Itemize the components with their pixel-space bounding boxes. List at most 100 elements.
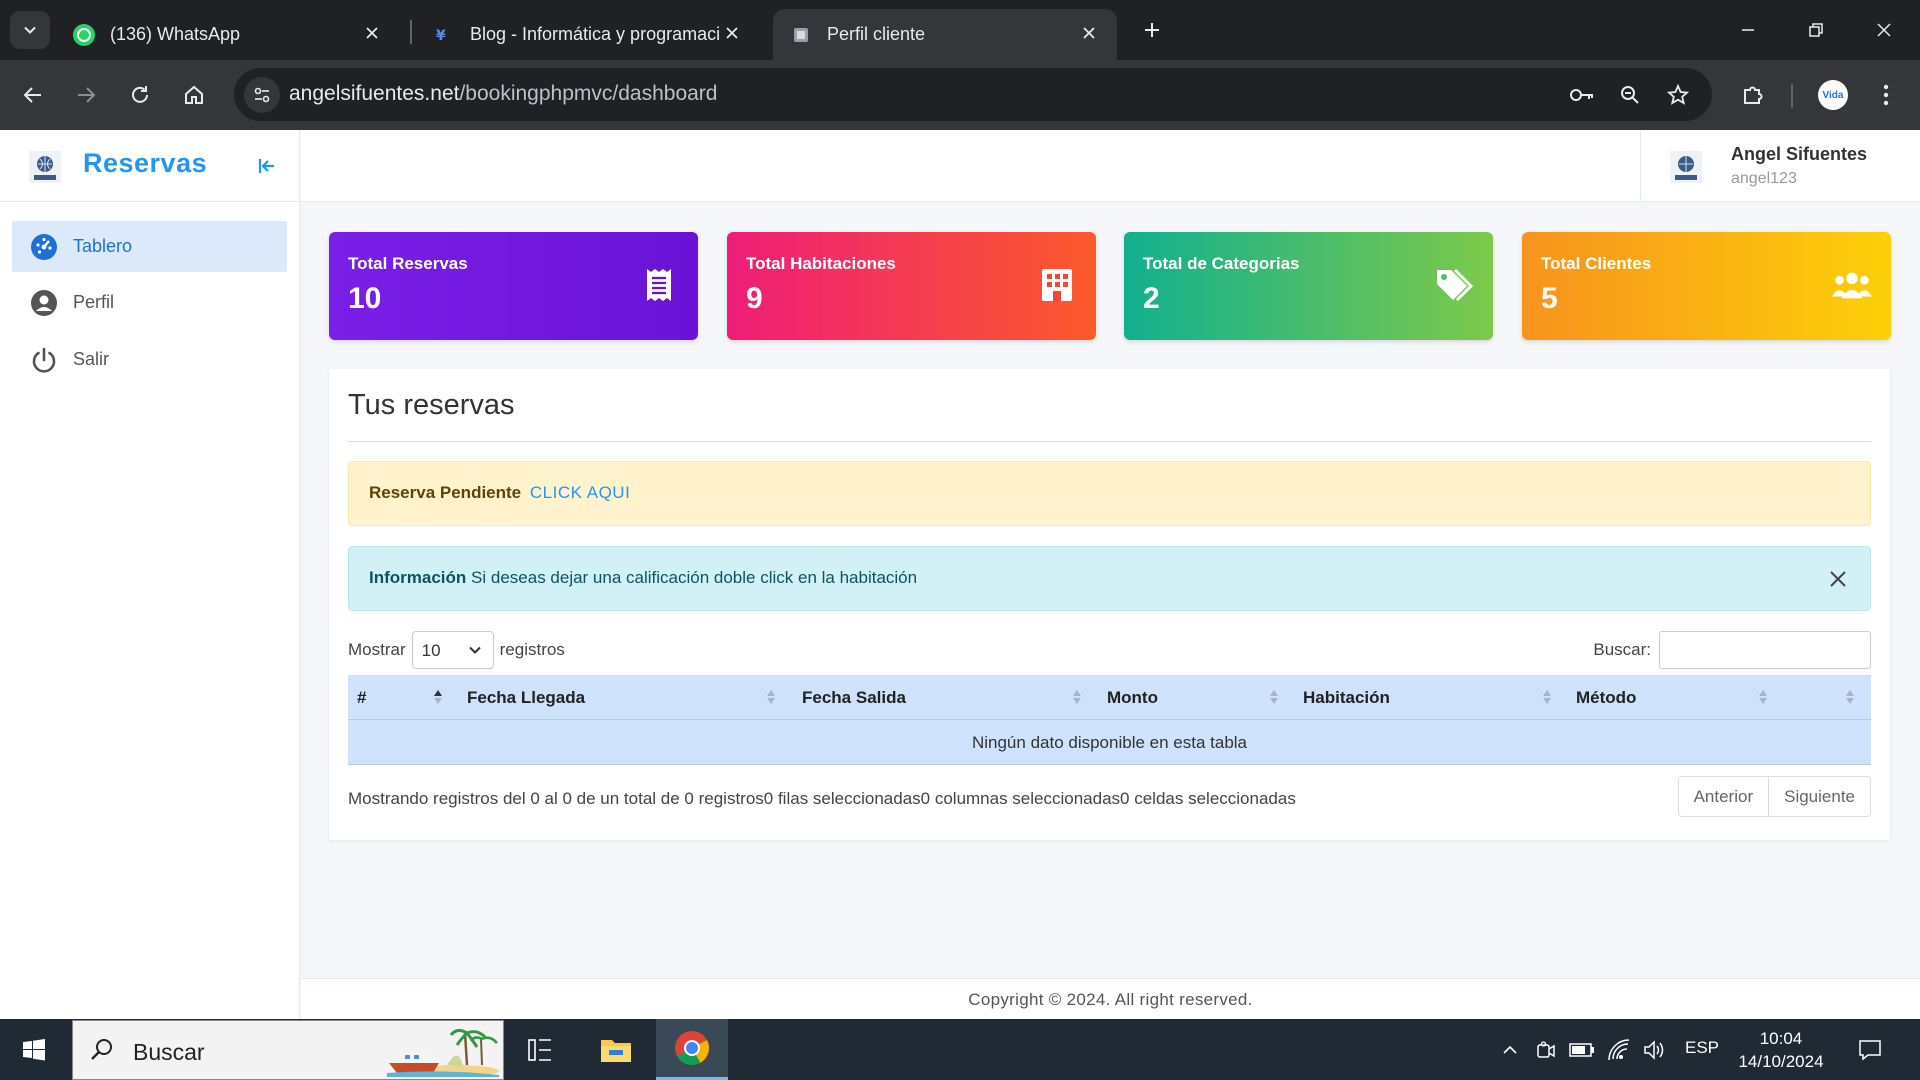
volume-icon[interactable]	[1641, 1037, 1667, 1063]
collapse-left-icon	[258, 159, 274, 173]
length-suffix: registros	[499, 640, 565, 659]
page-length-control: Mostrar 10 registros	[348, 631, 565, 669]
card-title: Total de Categorias	[1143, 254, 1300, 273]
chevron-down-icon	[468, 646, 481, 654]
blog-favicon-icon: ¥	[432, 23, 456, 47]
users-icon	[1831, 264, 1873, 306]
svg-text:¥: ¥	[436, 28, 446, 44]
sort-icon[interactable]	[1072, 687, 1082, 707]
forward-button[interactable]	[68, 77, 104, 113]
tab-separator	[410, 20, 412, 44]
minimize-icon	[1742, 29, 1754, 31]
new-tab-button[interactable]	[1136, 14, 1168, 46]
column-header-habitacion[interactable]: Habitación	[1303, 675, 1390, 720]
url-text[interactable]: angelsifuentes.net/bookingphpmvc/dashboa…	[289, 82, 717, 106]
home-button[interactable]	[176, 77, 212, 113]
table-header: # Fecha Llegada Fecha Salida Monto Habit…	[348, 675, 1871, 720]
card-total-reservas: Total Reservas 10	[329, 232, 698, 340]
info-alert: Información Si deseas dejar una califica…	[348, 546, 1871, 611]
zoom-icon[interactable]	[1612, 77, 1648, 113]
close-tab-icon[interactable]	[360, 21, 384, 45]
card-title: Total Reservas	[348, 254, 468, 273]
extensions-button[interactable]	[1735, 77, 1771, 113]
chevron-up-icon	[1503, 1045, 1517, 1054]
pagination: Anterior Siguiente	[1677, 776, 1871, 817]
input-language[interactable]: ESP	[1685, 1038, 1719, 1058]
tab-blog[interactable]: ¥ Blog - Informática y programaci	[420, 9, 760, 60]
reservations-panel: Tus reservas Reserva Pendiente CLICK AQU…	[329, 369, 1890, 840]
restore-button[interactable]	[1800, 14, 1832, 46]
sort-asc-icon[interactable]	[433, 687, 443, 707]
length-prefix: Mostrar	[348, 640, 406, 659]
sidebar-item-label: Perfil	[73, 292, 115, 312]
card-title: Total Clientes	[1541, 254, 1652, 273]
back-button[interactable]	[15, 77, 51, 113]
sidebar-item-perfil[interactable]: Perfil	[12, 277, 287, 328]
brand: Reservas	[0, 130, 300, 202]
profile-button[interactable]: Vida	[1815, 77, 1851, 113]
meet-now-icon[interactable]	[1533, 1037, 1559, 1063]
column-header-monto[interactable]: Monto	[1107, 675, 1158, 720]
minimize-button[interactable]	[1732, 14, 1764, 46]
password-key-icon[interactable]	[1564, 77, 1600, 113]
tab-whatsapp[interactable]: (136) WhatsApp	[60, 9, 400, 60]
task-view-icon	[528, 1038, 551, 1061]
column-header-fecha-llegada[interactable]: Fecha Llegada	[467, 675, 585, 720]
card-total-clientes: Total Clientes 5	[1522, 232, 1891, 340]
previous-page-button[interactable]: Anterior	[1678, 777, 1769, 816]
clock[interactable]: 10:04 14/10/2024	[1734, 1027, 1828, 1073]
windows-logo-icon	[23, 1039, 45, 1061]
tab-search-button[interactable]	[10, 11, 50, 49]
power-icon	[29, 345, 59, 375]
user-menu[interactable]: Angel Sifuentes angel123	[1640, 130, 1920, 202]
battery-icon[interactable]	[1569, 1037, 1595, 1063]
close-tab-icon[interactable]	[720, 21, 744, 45]
sidebar-item-tablero[interactable]: Tablero	[12, 221, 287, 272]
url-path: /bookingphpmvc/dashboard	[459, 82, 718, 105]
click-aqui-link[interactable]: CLICK AQUI	[530, 483, 630, 502]
wifi-icon[interactable]	[1606, 1037, 1632, 1063]
chrome-icon	[675, 1031, 709, 1065]
sidebar-item-label: Tablero	[73, 236, 133, 256]
chrome-taskbar-button[interactable]	[656, 1019, 728, 1080]
browser-menu-button[interactable]	[1868, 77, 1904, 113]
start-button[interactable]	[14, 1033, 54, 1067]
alert-strong: Reserva Pendiente	[369, 483, 522, 502]
hotel-logo-icon	[29, 151, 61, 183]
search-input[interactable]	[1659, 631, 1871, 669]
site-settings-icon[interactable]	[244, 77, 280, 113]
sidebar-item-salir[interactable]: Salir	[12, 334, 287, 385]
more-vertical-icon	[1883, 84, 1889, 106]
show-hidden-icons-button[interactable]	[1497, 1037, 1523, 1063]
column-header-number[interactable]: #	[357, 675, 366, 720]
task-view-button[interactable]	[504, 1019, 576, 1080]
page-length-select[interactable]: 10	[411, 631, 494, 669]
toolbar-divider	[1791, 84, 1793, 108]
address-bar[interactable]: angelsifuentes.net/bookingphpmvc/dashboa…	[234, 68, 1712, 121]
tab-title: Blog - Informática y programaci	[470, 24, 720, 44]
user-name: Angel Sifuentes	[1731, 144, 1868, 164]
collapse-sidebar-button[interactable]	[253, 152, 281, 180]
sort-icon[interactable]	[1269, 687, 1279, 707]
card-value: 9	[746, 282, 763, 315]
empty-table-message: Ningún dato disponible en esta tabla	[348, 720, 1871, 765]
sort-icon[interactable]	[1758, 687, 1768, 707]
column-header-metodo[interactable]: Método	[1576, 675, 1636, 720]
reload-button[interactable]	[122, 77, 158, 113]
sort-icon[interactable]	[1845, 687, 1855, 707]
sort-icon[interactable]	[766, 687, 776, 707]
tab-title: (136) WhatsApp	[110, 24, 241, 44]
bookmark-star-icon[interactable]	[1660, 77, 1696, 113]
notifications-button[interactable]	[1857, 1037, 1883, 1063]
column-header-fecha-salida[interactable]: Fecha Salida	[802, 675, 906, 720]
close-alert-button[interactable]	[1824, 565, 1852, 593]
alert-message: Si deseas dejar una calificación doble c…	[471, 568, 918, 587]
sort-icon[interactable]	[1542, 687, 1552, 707]
close-tab-icon[interactable]	[1077, 21, 1101, 45]
taskbar-search[interactable]: Buscar	[72, 1020, 504, 1080]
alert-text: Información Si deseas dejar una califica…	[369, 568, 917, 588]
file-explorer-button[interactable]	[580, 1019, 652, 1080]
next-page-button[interactable]: Siguiente	[1768, 777, 1870, 816]
tab-perfil-cliente[interactable]: Perfil cliente	[773, 9, 1117, 60]
close-window-button[interactable]	[1868, 14, 1900, 46]
